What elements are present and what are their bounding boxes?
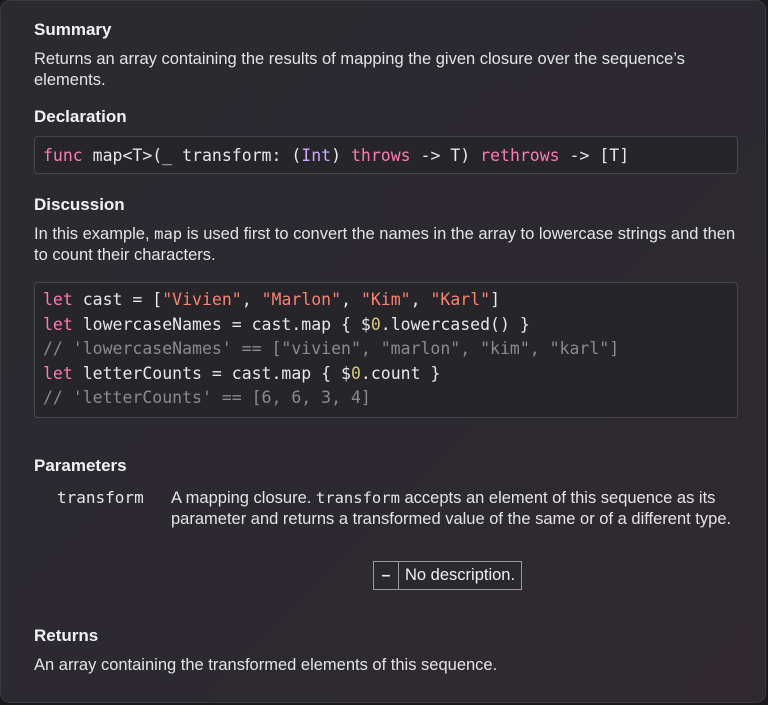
- quick-help-panel: Summary Returns an array containing the …: [0, 0, 766, 703]
- code-line-1: let cast = ["Vivien", "Marlon", "Kim", "…: [43, 288, 737, 313]
- string-literal: "Kim": [360, 290, 411, 309]
- code-line-3-comment: // 'lowercaseNames' == ["vivien", "marlo…: [43, 339, 620, 358]
- parameters-heading: Parameters: [34, 456, 127, 475]
- inline-code-transform: transform: [315, 489, 400, 507]
- declaration-code-block: func map<T>(_ transform: (Int) throws ->…: [34, 136, 738, 174]
- no-description-box: – No description.: [373, 561, 523, 590]
- keyword-throws: throws: [350, 146, 411, 165]
- parameter-description: A mapping closure. transform accepts an …: [171, 488, 741, 530]
- keyword-let: let: [43, 363, 73, 383]
- number-literal: 0: [350, 363, 361, 383]
- code-text: lowercaseNames = cast.map { $: [72, 314, 371, 334]
- code-line-4: let letterCounts = cast.map { $0.count }: [43, 362, 737, 387]
- declaration-line: func map<T>(_ transform: (Int) throws ->…: [43, 145, 737, 167]
- code-text: ,: [241, 290, 262, 309]
- discussion-text-before: In this example,: [34, 225, 155, 243]
- returns-text: An array containing the transformed elem…: [34, 656, 498, 674]
- code-text: ,: [341, 290, 361, 309]
- no-description-label: No description.: [405, 566, 516, 584]
- declaration-return-type: -> [T]: [559, 146, 630, 165]
- number-literal: 0: [370, 314, 381, 334]
- keyword-func: func: [43, 146, 83, 165]
- type-int: Int: [301, 146, 332, 165]
- keyword-let: let: [43, 290, 73, 309]
- discussion-heading: Discussion: [34, 195, 125, 214]
- keyword-rethrows: rethrows: [480, 146, 560, 165]
- code-line-5-comment: // 'letterCounts' == [6, 6, 3, 4]: [43, 388, 371, 407]
- summary-heading: Summary: [34, 20, 112, 39]
- declaration-paren: ): [331, 146, 351, 165]
- string-literal: "Marlon": [261, 290, 342, 309]
- parameter-desc-before: A mapping closure.: [171, 489, 316, 507]
- summary-text: Returns an array containing the results …: [34, 50, 685, 89]
- discussion-code-block: let cast = ["Vivien", "Marlon", "Kim", "…: [34, 282, 738, 418]
- declaration-heading: Declaration: [34, 107, 127, 126]
- parameter-name: transform: [57, 488, 144, 507]
- code-text: letterCounts = cast.map { $: [72, 363, 351, 383]
- string-literal: "Karl": [430, 290, 491, 309]
- code-text: ]: [490, 290, 501, 309]
- inline-code-map: map: [154, 225, 183, 243]
- string-literal: "Vivien": [162, 290, 242, 309]
- code-text: ,: [410, 290, 431, 309]
- code-text: .count }: [360, 363, 441, 383]
- code-text: cast = [: [72, 290, 163, 309]
- code-line-2: let lowercaseNames = cast.map { $0.lower…: [43, 313, 737, 338]
- keyword-let: let: [43, 314, 73, 334]
- returns-heading: Returns: [34, 626, 99, 645]
- discussion-text: In this example, map is used first to co…: [34, 224, 739, 266]
- declaration-signature: map<T>(_ transform: (: [82, 146, 302, 165]
- declaration-arrow: -> T): [410, 146, 481, 165]
- code-text: .lowercased() }: [380, 314, 530, 334]
- dash-icon: –: [374, 562, 399, 589]
